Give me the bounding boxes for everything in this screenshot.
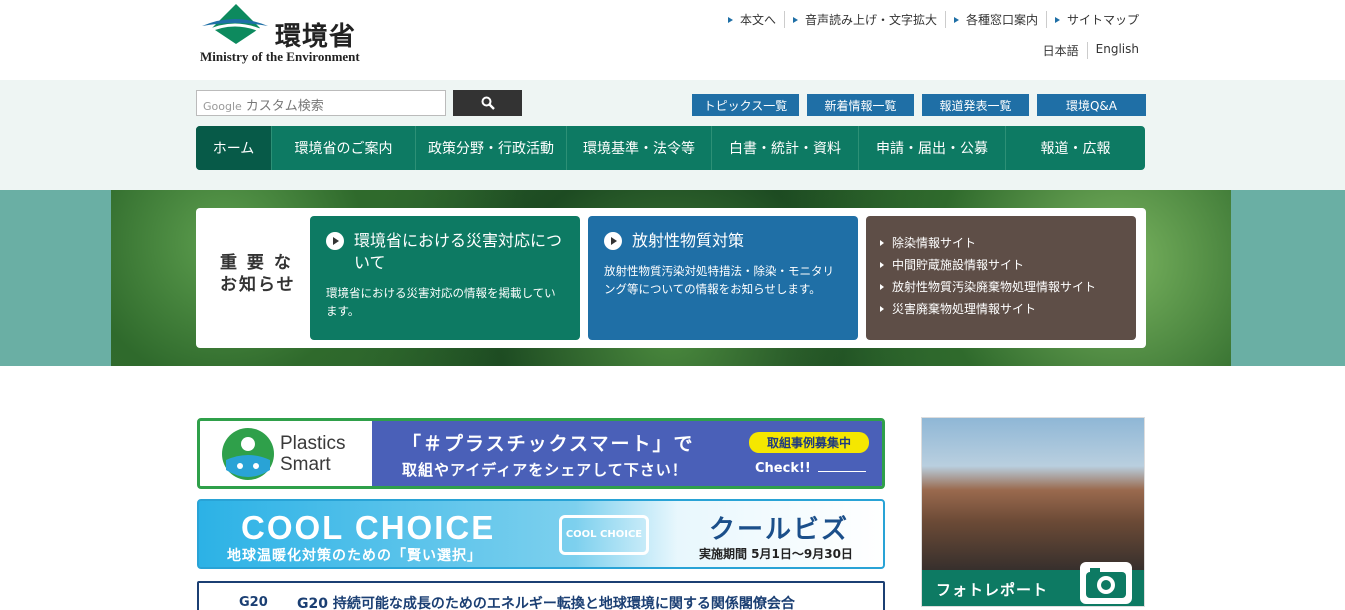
nav-home[interactable]: ホーム	[196, 126, 271, 170]
photo-report-box[interactable]: フォトレポート	[921, 417, 1145, 607]
nav-standards[interactable]: 環境基準・法令等	[566, 126, 711, 170]
link-disaster-waste[interactable]: 災害廃棄物処理情報サイト	[880, 298, 1122, 320]
important-notice-box: 重 要 な お知らせ 環境省における災害対応について 環境省における災害対応の情…	[196, 208, 1146, 348]
plastics-badge: 取組事例募集中	[749, 432, 869, 453]
search-button[interactable]	[453, 90, 522, 116]
utility-link-contacts[interactable]: 各種窓口案内	[944, 11, 1046, 28]
page: 環境省 Ministry of the Environment 本文へ 音声読み…	[0, 0, 1345, 610]
plastics-subline: 取組やアイディアをシェアして下さい！	[402, 461, 688, 479]
language-switch: 日本語 English	[1035, 42, 1147, 59]
arrow-right-icon	[818, 471, 866, 472]
plastics-logo-line1: Plastics	[280, 433, 346, 454]
plastics-smart-logo-icon	[222, 428, 274, 480]
play-circle-icon	[604, 232, 622, 250]
lang-japanese[interactable]: 日本語	[1035, 42, 1087, 59]
utility-links: 本文へ 音声読み上げ・文字拡大 各種窓口案内 サイトマップ	[720, 11, 1147, 28]
related-sites-card: 除染情報サイト 中間貯蔵施設情報サイト 放射性物質汚染廃棄物処理情報サイト 災害…	[866, 216, 1136, 340]
triangle-right-icon	[1054, 16, 1060, 23]
g20-title: G20 持続可能な成長のためのエネルギー転換と地球環境に関する関係閣僚会合	[297, 596, 795, 610]
google-label: Google	[203, 100, 242, 113]
utility-link-sitemap[interactable]: サイトマップ	[1045, 11, 1147, 28]
quick-link-news[interactable]: 新着情報一覧	[807, 94, 914, 116]
quick-link-topics[interactable]: トピックス一覧	[692, 94, 799, 116]
utility-link-accessibility[interactable]: 音声読み上げ・文字拡大	[783, 11, 945, 28]
nav-policy[interactable]: 政策分野・行政活動	[415, 126, 566, 170]
triangle-right-icon	[880, 306, 884, 312]
cool-choice-logo-icon: COOL CHOICE	[559, 515, 649, 555]
disaster-response-card[interactable]: 環境省における災害対応について 環境省における災害対応の情報を掲載しています。	[310, 216, 580, 340]
ministry-emblem-icon	[202, 4, 268, 44]
quick-link-press[interactable]: 報道発表一覧	[922, 94, 1029, 116]
radioactive-card[interactable]: 放射性物質対策 放射性物質汚染対処特措法・除染・モニタリング等についての情報をお…	[588, 216, 858, 340]
search-placeholder: カスタム検索	[245, 99, 324, 114]
site-header: 環境省 Ministry of the Environment 本文へ 音声読み…	[0, 0, 1345, 80]
cool-choice-title: COOL CHOICE	[241, 509, 496, 546]
quick-links: トピックス一覧 新着情報一覧 報道発表一覧 環境Q&A	[692, 94, 1146, 116]
triangle-right-icon	[880, 284, 884, 290]
cool-biz-period: 実施期間 5月1日〜9月30日	[699, 547, 853, 561]
cool-choice-banner[interactable]: COOL CHOICE 地球温暖化対策のための「賢い選択」 COOL CHOIC…	[197, 499, 885, 569]
camera-icon	[1080, 562, 1132, 604]
search-nav-band: Google カスタム検索 トピックス一覧 新着情報一覧 報道発表一覧 環境Q&A…	[0, 80, 1345, 190]
logo-english: Ministry of the Environment	[200, 49, 360, 64]
logo-japanese: 環境省	[275, 22, 357, 52]
triangle-right-icon	[880, 262, 884, 268]
important-notice-title: 重 要 な お知らせ	[220, 253, 296, 295]
global-nav: ホーム 環境省のご案内 政策分野・行政活動 環境基準・法令等 白書・統計・資料 …	[196, 126, 1145, 170]
nav-whitepaper[interactable]: 白書・統計・資料	[711, 126, 858, 170]
triangle-right-icon	[953, 16, 959, 23]
site-logo[interactable]: 環境省 Ministry of the Environment	[200, 4, 370, 64]
plastics-logo-line2: Smart	[280, 454, 331, 475]
quick-link-qa[interactable]: 環境Q&A	[1037, 94, 1146, 116]
link-contaminated-waste[interactable]: 放射性物質汚染廃棄物処理情報サイト	[880, 276, 1122, 298]
triangle-right-icon	[880, 240, 884, 246]
radioactive-card-text: 放射性物質汚染対処特措法・除染・モニタリング等についての情報をお知らせします。	[604, 264, 834, 296]
nav-about[interactable]: 環境省のご案内	[271, 126, 415, 170]
plastics-smart-banner[interactable]: Plastics Smart 「＃プラスチックスマート」で 取組やアイディアをシェ…	[197, 418, 885, 489]
photo-report-image	[922, 418, 1144, 578]
g20-banner[interactable]: G20 G20 持続可能な成長のためのエネルギー転換と地球環境に関する関係閣僚会…	[197, 581, 885, 610]
disaster-card-heading: 環境省における災害対応について	[354, 231, 563, 272]
link-decontamination[interactable]: 除染情報サイト	[880, 232, 1122, 254]
link-interim-storage[interactable]: 中間貯蔵施設情報サイト	[880, 254, 1122, 276]
g20-logo-icon: G20	[239, 595, 268, 610]
lang-english[interactable]: English	[1086, 42, 1147, 59]
nav-applications[interactable]: 申請・届出・公募	[858, 126, 1005, 170]
triangle-right-icon	[792, 16, 798, 23]
photo-report-label: フォトレポート	[936, 581, 1049, 599]
radioactive-card-heading: 放射性物質対策	[632, 231, 745, 250]
search-icon	[481, 96, 495, 110]
play-circle-icon	[326, 232, 344, 250]
cool-choice-subtitle: 地球温暖化対策のための「賢い選択」	[227, 548, 482, 564]
search-input[interactable]: Google カスタム検索	[196, 90, 446, 116]
utility-link-skip[interactable]: 本文へ	[720, 11, 784, 28]
triangle-right-icon	[727, 16, 733, 23]
disaster-card-text: 環境省における災害対応の情報を掲載しています。	[326, 286, 556, 318]
cool-biz-title: クールビズ	[709, 515, 850, 545]
nav-pr[interactable]: 報道・広報	[1005, 126, 1145, 170]
plastics-headline: 「＃プラスチックスマート」で	[402, 433, 695, 455]
plastics-check: Check!!	[755, 461, 811, 476]
hero-band: 重 要 な お知らせ 環境省における災害対応について 環境省における災害対応の情…	[0, 190, 1345, 366]
